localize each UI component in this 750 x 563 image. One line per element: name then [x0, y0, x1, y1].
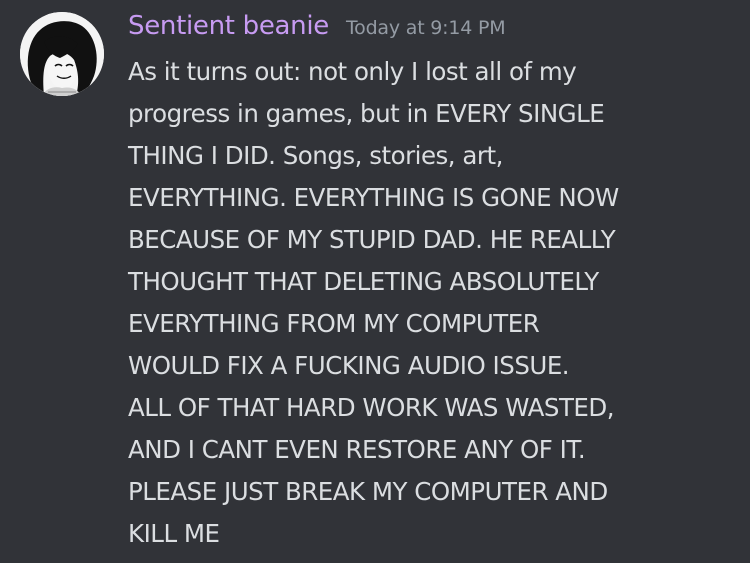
message-header: Sentient beanie Today at 9:14 PM: [128, 11, 506, 41]
message-line: PLEASE JUST BREAK MY COMPUTER AND: [128, 477, 608, 506]
chat-message: Sentient beanie Today at 9:14 PM As it t…: [0, 0, 750, 563]
message-line: EVERYTHING FROM MY COMPUTER: [128, 309, 540, 338]
message-timestamp[interactable]: Today at 9:14 PM: [346, 17, 506, 39]
message-line: WOULD FIX A FUCKING AUDIO ISSUE.: [128, 351, 570, 380]
message-line: As it turns out: not only I lost all of …: [128, 57, 577, 86]
message-line: progress in games, but in EVERY SINGLE: [128, 99, 605, 128]
user-avatar-drawing-icon: [20, 12, 104, 96]
message-line: KILL ME: [128, 519, 220, 548]
message-content: As it turns out: not only I lost all of …: [128, 51, 728, 555]
message-line: ALL OF THAT HARD WORK WAS WASTED,: [128, 393, 615, 422]
message-line: THING I DID. Songs, stories, art,: [128, 141, 503, 170]
author-username[interactable]: Sentient beanie: [128, 11, 329, 41]
message-line: THOUGHT THAT DELETING ABSOLUTELY: [128, 267, 599, 296]
avatar[interactable]: [20, 12, 104, 96]
message-line: EVERYTHING. EVERYTHING IS GONE NOW: [128, 183, 619, 212]
message-line: BECAUSE OF MY STUPID DAD. HE REALLY: [128, 225, 616, 254]
message-line: AND I CANT EVEN RESTORE ANY OF IT.: [128, 435, 586, 464]
